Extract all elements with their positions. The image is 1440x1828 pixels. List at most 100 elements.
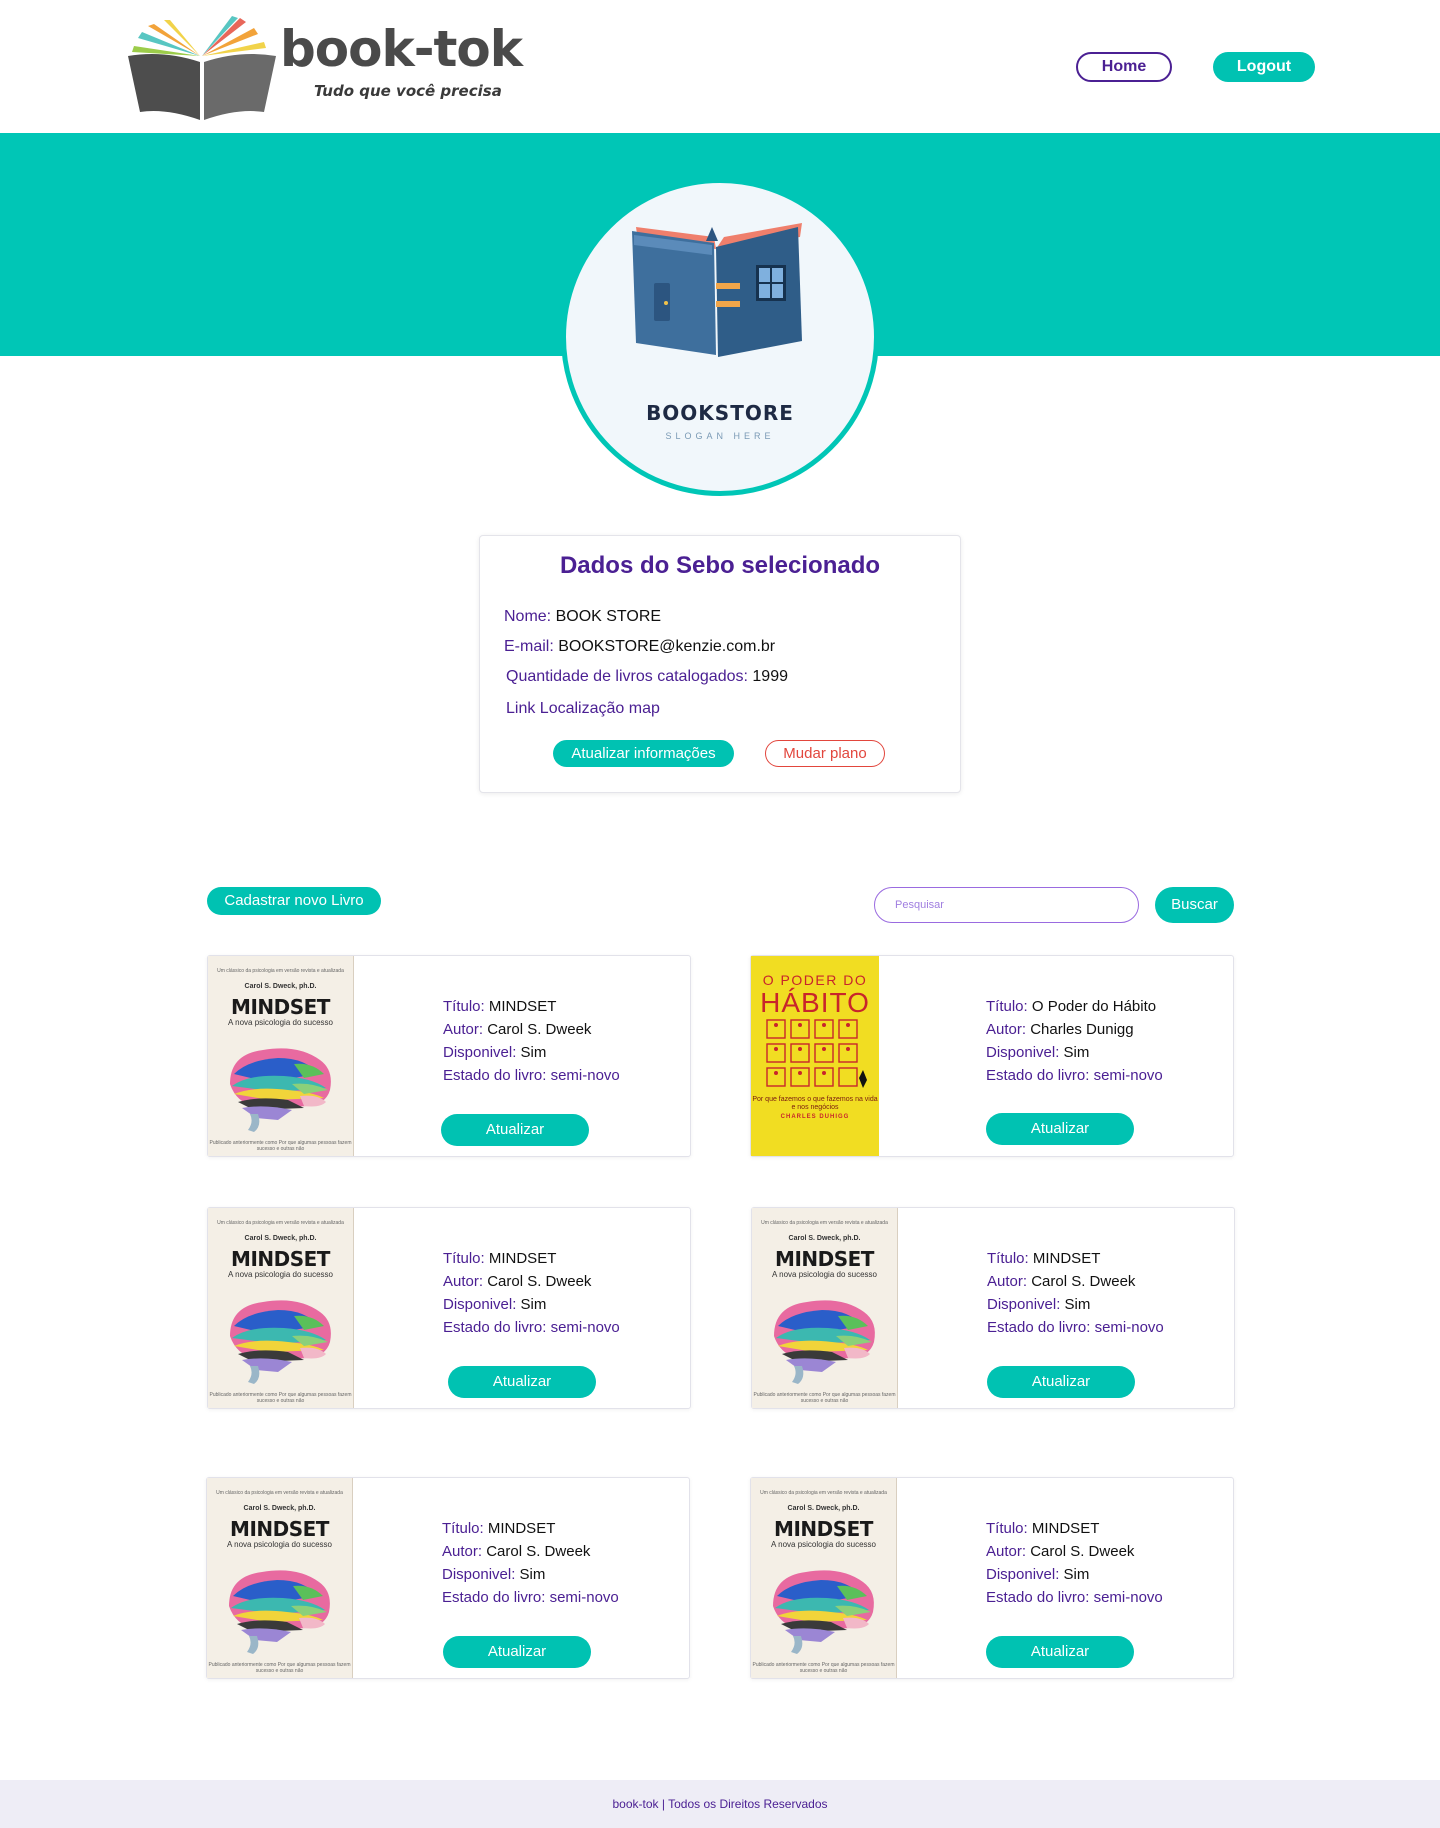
book-condition-row: Estado do livro: semi-novo [442,1589,619,1606]
update-book-button[interactable]: Atualizar [443,1636,591,1668]
cover-title: MINDSET [230,1517,329,1541]
book-author-row: Autor: Carol S. Dweek [443,1021,591,1038]
book-condition-value: semi-novo [549,1589,619,1606]
book-title-value: MINDSET [488,1250,557,1267]
book-cover-mindset: Um clássico da psicologia em versão revi… [208,956,354,1156]
cover-title-main: HÁBITO [760,987,870,1018]
book-cover-mindset: Um clássico da psicologia em versão revi… [208,1208,354,1408]
logout-button[interactable]: Logout [1213,52,1315,82]
book-author-row: Autor: Carol S. Dweek [443,1273,591,1290]
book-title-value: MINDSET [1032,1250,1101,1267]
book-card: Um clássico da psicologia em versão revi… [207,1207,691,1409]
add-book-button[interactable]: Cadastrar novo Livro [207,887,381,915]
cover-subtitle: A nova psicologia do sucesso [771,1540,876,1549]
cover-subtitle: A nova psicologia do sucesso [228,1018,333,1027]
store-email-label: E-mail: [504,638,554,655]
search-button[interactable]: Buscar [1155,887,1234,923]
bookstore-book-icon [632,223,802,357]
store-email-value: BOOKSTORE@kenzie.com.br [558,638,776,655]
book-condition-row: Estado do livro: semi-novo [443,1319,620,1336]
cover-title: MINDSET [231,995,330,1019]
book-card: Um clássico da psicologia em versão revi… [751,1207,1235,1409]
map-location-link[interactable]: Link Localização map [506,700,660,718]
book-title-label: Título: [986,998,1028,1015]
book-author-value: Carol S. Dweek [486,1543,591,1560]
update-info-button[interactable]: Atualizar informações [553,740,734,767]
update-book-button[interactable]: Atualizar [448,1366,596,1398]
cover-top-text: Um clássico da psicologia em versão revi… [217,968,344,974]
book-title-value: MINDSET [487,1520,556,1537]
cover-title: MINDSET [775,1247,874,1271]
book-title-row: Título: MINDSET [442,1520,555,1537]
cover-title-pre: O PODER DO [762,972,868,988]
footer-text: book-tok | Todos os Direitos Reservados [612,1797,828,1811]
book-condition-label: Estado do livro: [443,1067,547,1084]
cover-author: Carol S. Dweck, ph.D. [243,1505,316,1512]
update-book-button[interactable]: Atualizar [986,1113,1134,1145]
book-condition-value: semi-novo [1094,1319,1164,1336]
book-title-label: Título: [443,1250,485,1267]
cover-subtitle: A nova psicologia do sucesso [228,1270,333,1279]
book-condition-label: Estado do livro: [443,1319,547,1336]
book-available-value: Sim [520,1044,547,1061]
book-title-row: Título: MINDSET [986,1520,1099,1537]
logo-title: book-tok [280,20,523,78]
book-card: Um clássico da psicologia em versão revi… [750,1477,1234,1679]
home-button[interactable]: Home [1076,52,1172,82]
book-condition-label: Estado do livro: [987,1319,1091,1336]
book-title-row: Título: O Poder do Hábito [986,998,1156,1015]
book-title-row: Título: MINDSET [987,1250,1100,1267]
page: book-tok Tudo que você precisa Home Logo… [0,0,1440,1828]
booktok-logo[interactable]: book-tok Tudo que você precisa [128,16,528,120]
book-cover-mindset: Um clássico da psicologia em versão revi… [751,1478,897,1678]
book-available-value: Sim [1063,1566,1090,1583]
book-condition-row: Estado do livro: semi-novo [986,1067,1163,1084]
book-available-row: Disponivel: Sim [443,1296,546,1313]
update-book-button[interactable]: Atualizar [987,1366,1135,1398]
book-title-label: Título: [987,1250,1029,1267]
book-available-value: Sim [519,1566,546,1583]
cover-title: MINDSET [774,1517,873,1541]
book-available-row: Disponivel: Sim [443,1044,546,1061]
book-title-row: Título: MINDSET [443,998,556,1015]
store-logo-name: BOOKSTORE [646,401,794,425]
brain-illustration-icon [230,1048,331,1132]
book-available-value: Sim [1063,1044,1090,1061]
book-card: Um clássico da psicologia em versão revi… [207,955,691,1157]
book-author-label: Autor: [986,1021,1027,1038]
book-available-row: Disponivel: Sim [987,1296,1090,1313]
book-condition-row: Estado do livro: semi-novo [443,1067,620,1084]
store-name-label: Nome: [504,608,552,625]
update-book-button[interactable]: Atualizar [986,1636,1134,1668]
book-available-value: Sim [1064,1296,1091,1313]
book-condition-row: Estado do livro: semi-novo [986,1589,1163,1606]
cover-top-text: Um clássico da psicologia em versão revi… [760,1490,887,1496]
store-email-row: E-mail: BOOKSTORE@kenzie.com.br [504,638,775,656]
book-author-value: Carol S. Dweek [487,1021,592,1038]
book-card: Um clássico da psicologia em versão revi… [206,1477,690,1679]
book-author-row: Autor: Carol S. Dweek [987,1273,1135,1290]
cover-bottom-text: Publicado anteriormente como Por que alg… [209,1140,352,1152]
cover-author: CHARLES DUHIGG [780,1114,850,1120]
store-avatar: BOOKSTORE SLOGAN HERE [561,178,879,496]
store-name-value: BOOK STORE [555,608,662,625]
book-available-value: Sim [520,1296,547,1313]
book-available-row: Disponivel: Sim [986,1566,1089,1583]
book-title-label: Título: [986,1520,1028,1537]
book-available-label: Disponivel: [442,1566,516,1583]
store-count-label: Quantidade de livros catalogados: [506,668,748,685]
book-condition-row: Estado do livro: semi-novo [987,1319,1164,1336]
cover-bottom-text: Publicado anteriormente como Por que alg… [208,1662,351,1674]
book-available-label: Disponivel: [987,1296,1061,1313]
book-condition-label: Estado do livro: [442,1589,546,1606]
update-book-button[interactable]: Atualizar [441,1114,589,1146]
brain-illustration-icon [774,1300,875,1384]
book-author-value: Carol S. Dweek [1030,1543,1135,1560]
book-author-value: Charles Dunigg [1030,1021,1134,1038]
change-plan-button[interactable]: Mudar plano [765,740,885,767]
cover-title: MINDSET [231,1247,330,1271]
cover-author: Carol S. Dweck, ph.D. [244,1235,317,1242]
book-cover-mindset: Um clássico da psicologia em versão revi… [752,1208,898,1408]
logo-subtitle: Tudo que você precisa [314,82,502,100]
search-input[interactable] [874,887,1139,923]
